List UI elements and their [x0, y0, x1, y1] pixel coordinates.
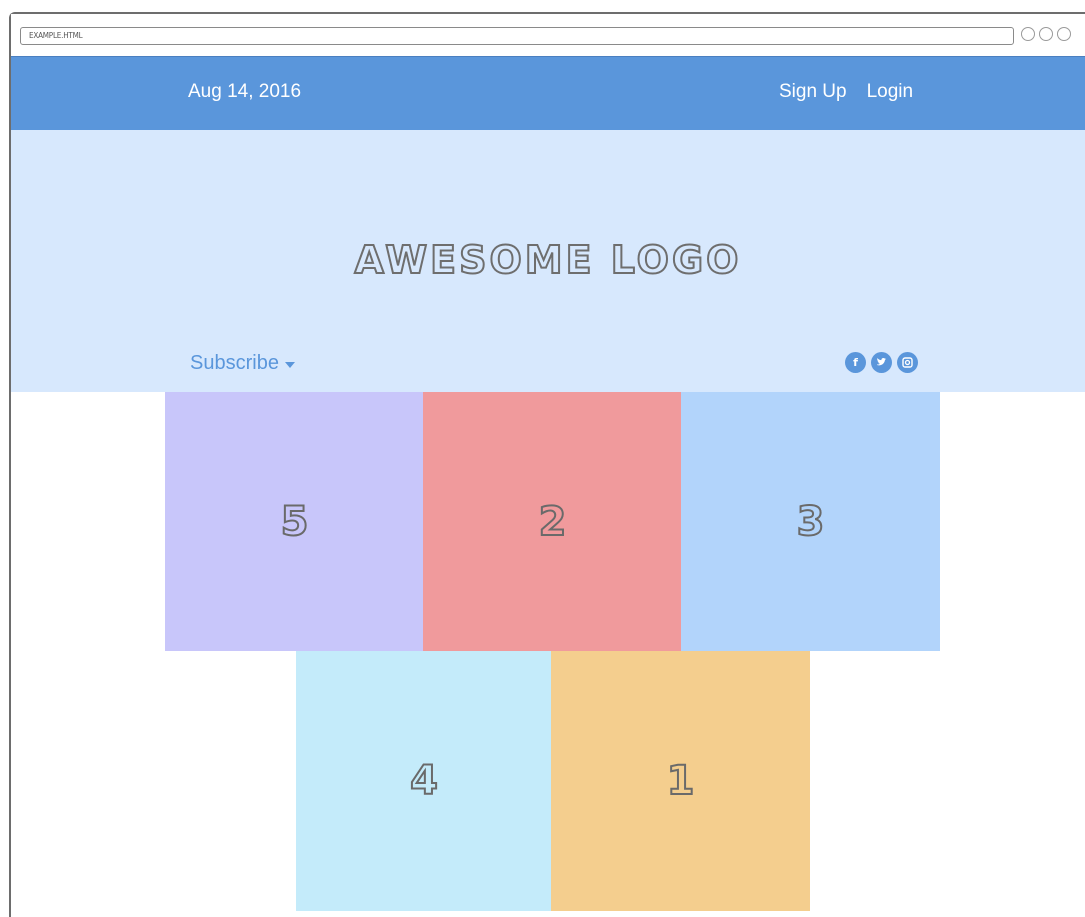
window-controls [1021, 27, 1071, 41]
tile-4[interactable]: 4 [296, 651, 552, 911]
tile-3[interactable]: 3 [681, 392, 940, 651]
subscribe-dropdown[interactable]: Subscribe [190, 352, 295, 375]
signup-link[interactable]: Sign Up [779, 81, 847, 103]
tile-5[interactable]: 5 [165, 392, 424, 651]
camera-icon [902, 357, 913, 368]
browser-window: EXAMPLE.HTML Aug 14, 2016 Sign Up Login … [9, 12, 1085, 917]
window-button-2[interactable] [1039, 27, 1053, 41]
instagram-icon[interactable] [897, 352, 918, 373]
window-button-1[interactable] [1021, 27, 1035, 41]
tile-2[interactable]: 2 [423, 392, 682, 651]
social-links: f [845, 352, 918, 373]
caret-down-icon [284, 362, 295, 368]
tile-1[interactable]: 1 [551, 651, 810, 911]
top-bar: Aug 14, 2016 Sign Up Login [11, 56, 1085, 131]
subscribe-label: Subscribe [190, 352, 279, 374]
window-button-3[interactable] [1057, 27, 1071, 41]
site-logo[interactable]: AWESOME LOGO [11, 237, 1085, 283]
date-label: Aug 14, 2016 [188, 81, 302, 102]
top-nav: Sign Up Login [779, 81, 913, 103]
hero-section: AWESOME LOGO Subscribe f [11, 130, 1085, 392]
login-link[interactable]: Login [867, 81, 914, 103]
twitter-icon[interactable] [871, 352, 892, 373]
browser-chrome: EXAMPLE.HTML [11, 14, 1085, 56]
facebook-icon[interactable]: f [845, 352, 866, 373]
address-bar[interactable]: EXAMPLE.HTML [20, 27, 1014, 45]
twitter-bird-icon [877, 357, 886, 366]
